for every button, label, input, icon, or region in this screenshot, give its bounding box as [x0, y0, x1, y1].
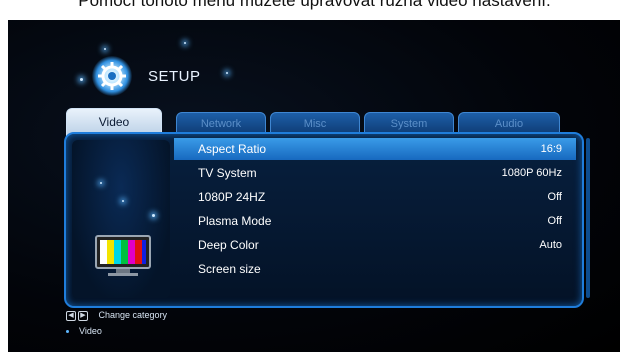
arrow-left-icon: ◀	[66, 310, 76, 321]
sparkle	[184, 42, 186, 44]
setting-row-screen-size[interactable]: Screen size	[174, 258, 576, 280]
setting-value: Off	[547, 215, 562, 227]
sparkle	[100, 182, 102, 184]
category-preview	[72, 140, 170, 298]
footer-current-text: Video	[79, 326, 102, 336]
sparkle	[104, 48, 106, 50]
footer-current: Video	[66, 326, 102, 336]
settings-panel: Aspect Ratio 16:9 TV System 1080P 60Hz 1…	[64, 132, 584, 308]
tv-screen: SETUP Video Network Misc System Audio As…	[8, 20, 620, 352]
setting-row-deep-color[interactable]: Deep Color Auto	[174, 234, 576, 256]
setting-label: Screen size	[198, 262, 261, 276]
setting-value: 1080P 60Hz	[501, 167, 562, 179]
setting-label: 1080P 24HZ	[198, 190, 266, 204]
footer-hint: ◀ ▶ Change category	[66, 310, 167, 321]
sparkle	[122, 200, 124, 202]
footer-hint-text: Change category	[98, 310, 168, 320]
sparkle	[152, 214, 155, 217]
setting-value: Auto	[539, 239, 562, 251]
sparkle	[80, 78, 83, 81]
sparkle	[226, 72, 228, 74]
bullet-icon	[66, 330, 69, 334]
setting-row-1080p-24hz[interactable]: 1080P 24HZ Off	[174, 186, 576, 208]
scrollbar[interactable]	[586, 138, 590, 298]
setting-row-plasma-mode[interactable]: Plasma Mode Off	[174, 210, 576, 232]
caption-text: Pomocí tohoto menu můžete upravovat různ…	[78, 0, 551, 10]
setting-row-tv-system[interactable]: TV System 1080P 60Hz	[174, 162, 576, 184]
setting-label: TV System	[198, 166, 257, 180]
arrow-right-icon: ▶	[78, 310, 88, 321]
setting-label: Aspect Ratio	[198, 142, 267, 156]
setting-label: Deep Color	[198, 238, 259, 252]
setting-value: Off	[547, 191, 562, 203]
page-title: SETUP	[148, 68, 201, 85]
tv-icon	[95, 235, 151, 276]
gear-icon	[92, 56, 132, 96]
setting-value: 16:9	[540, 143, 562, 155]
setting-label: Plasma Mode	[198, 214, 272, 228]
setting-row-aspect-ratio[interactable]: Aspect Ratio 16:9	[174, 138, 576, 160]
